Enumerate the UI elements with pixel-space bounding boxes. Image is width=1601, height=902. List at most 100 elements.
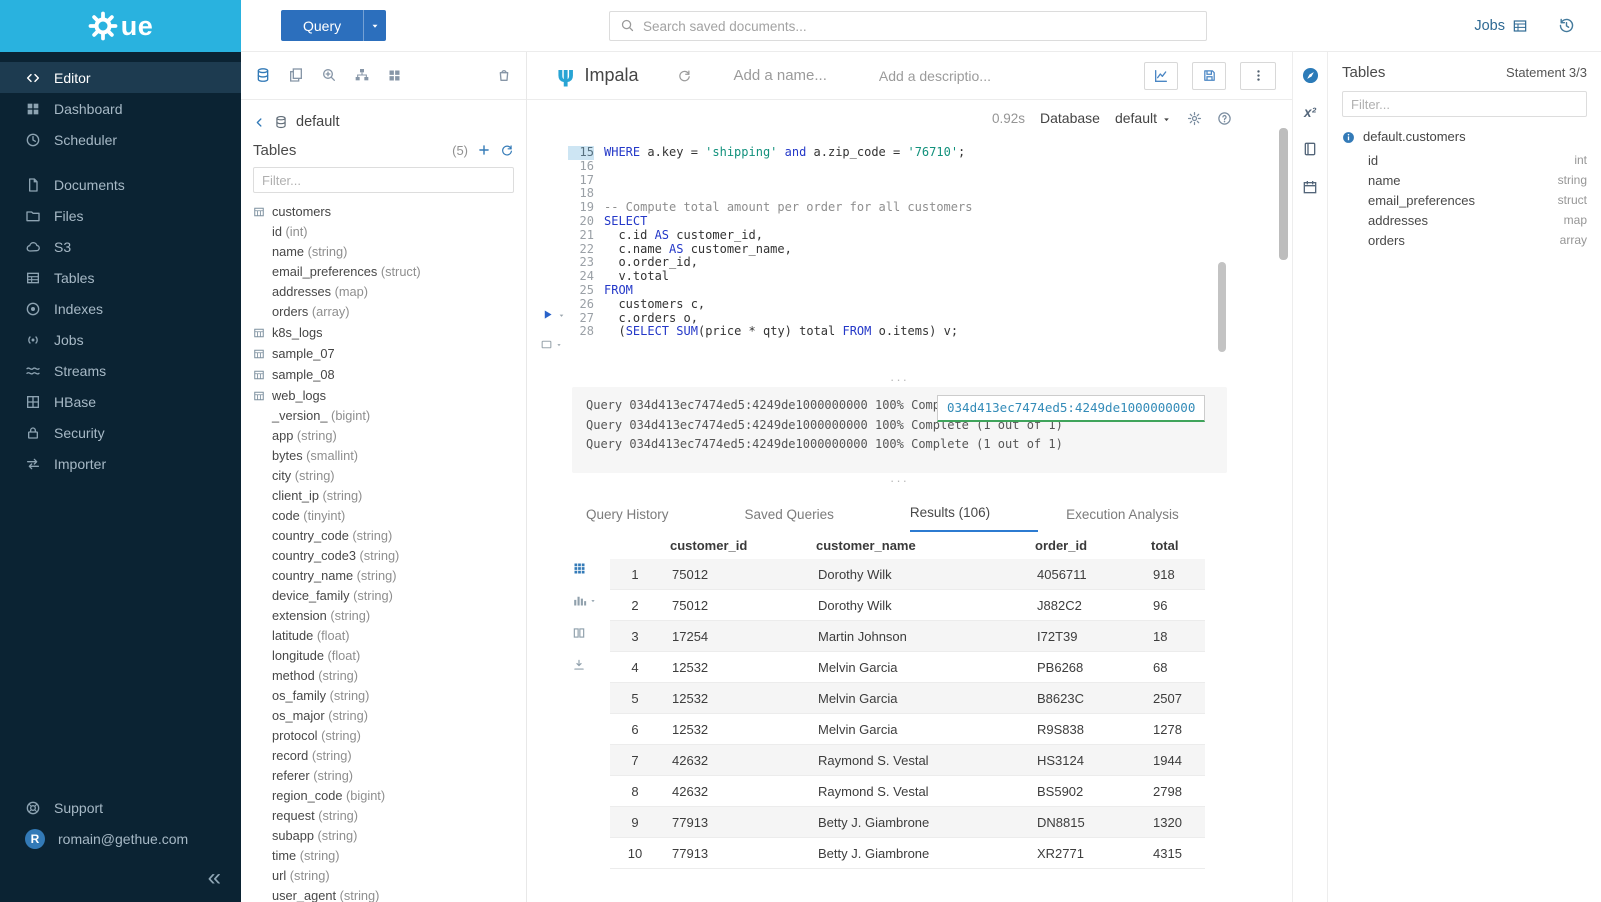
resize-handle-bottom[interactable]: ···	[572, 473, 1227, 488]
sidebar-user[interactable]: R romain@gethue.com	[0, 823, 241, 854]
sidebar-item-security[interactable]: Security	[0, 417, 241, 448]
code-editor[interactable]: 1516171819202122232425262728 WHERE a.key…	[527, 136, 1292, 372]
tab-query-history[interactable]: Query History	[586, 507, 669, 532]
assist-column-item-name[interactable]: namestring	[1342, 170, 1587, 190]
query-dropdown-button[interactable]	[363, 10, 386, 41]
result-column-header-customer-id[interactable]: customer_id	[660, 538, 806, 553]
sidebar-item-streams[interactable]: Streams	[0, 355, 241, 386]
table-row[interactable]: 317254Martin JohnsonI72T3918	[610, 621, 1205, 652]
table-row[interactable]: 175012Dorothy Wilk4056711918	[610, 559, 1205, 590]
table-row[interactable]: 742632Raymond S. VestalHS31241944	[610, 745, 1205, 776]
assist-column-item-orders[interactable]: ordersarray	[1342, 230, 1587, 250]
assist-column-item[interactable]: request (string)	[241, 806, 526, 826]
documents-browser-button[interactable]	[288, 67, 304, 85]
database-browser-button[interactable]	[255, 67, 271, 85]
code-line[interactable]: -- Compute total amount per order for al…	[604, 201, 1292, 215]
schedule-button[interactable]	[1302, 178, 1318, 196]
table-row[interactable]: 842632Raymond S. VestalBS59022798	[610, 776, 1205, 807]
assist-column-item[interactable]: url (string)	[241, 866, 526, 886]
snippet-settings-button[interactable]	[540, 336, 563, 354]
assist-table-item-customers[interactable]: customers	[241, 201, 526, 222]
sidebar-item-documents[interactable]: Documents	[0, 169, 241, 200]
database-select[interactable]: default	[1115, 110, 1172, 126]
code-line[interactable]	[604, 160, 1292, 174]
code-line[interactable]	[604, 187, 1292, 201]
code-line[interactable]: SELECT	[604, 215, 1292, 229]
table-row[interactable]: 977913Betty J. GiambroneDN88151320	[610, 807, 1205, 838]
table-row[interactable]: 275012Dorothy WilkJ882C296	[610, 590, 1205, 621]
code-line[interactable]: FROM	[604, 284, 1292, 298]
breadcrumb-back-button[interactable]	[253, 114, 266, 130]
sitemap-browser-button[interactable]	[354, 67, 370, 85]
columns-toggle-button[interactable]	[572, 624, 586, 642]
assist-column-item[interactable]: os_major (string)	[241, 706, 526, 726]
hue-logo[interactable]: ue	[0, 0, 241, 52]
tab-saved-queries[interactable]: Saved Queries	[745, 507, 834, 532]
save-button[interactable]	[1192, 62, 1226, 90]
assist-column-item[interactable]: orders (array)	[241, 302, 526, 322]
assist-table-item-sample-07[interactable]: sample_07	[241, 343, 526, 364]
sidebar-item-indexes[interactable]: Indexes	[0, 293, 241, 324]
assist-column-item[interactable]: country_code3 (string)	[241, 546, 526, 566]
assist-column-item[interactable]: record (string)	[241, 746, 526, 766]
active-table-item[interactable]: default.customers	[1342, 129, 1587, 144]
refresh-tables-button[interactable]	[500, 141, 514, 159]
sidebar-item-editor[interactable]: Editor	[0, 62, 241, 93]
resize-handle-top[interactable]: ···	[572, 372, 1227, 387]
code-line[interactable]: (SELECT SUM(price * qty) total FROM o.it…	[604, 325, 1292, 339]
assist-column-item[interactable]: client_ip (string)	[241, 486, 526, 506]
run-query-button[interactable]	[541, 306, 566, 324]
tables-filter-input[interactable]	[262, 173, 505, 188]
tab-execution-analysis[interactable]: Execution Analysis	[1066, 507, 1179, 532]
sidebar-item-jobs[interactable]: Jobs	[0, 324, 241, 355]
assist-column-item[interactable]: region_code (bigint)	[241, 786, 526, 806]
table-row[interactable]: 1077913Betty J. GiambroneXR27714315	[610, 838, 1205, 869]
table-row[interactable]: 612532Melvin GarciaR9S8381278	[610, 714, 1205, 745]
assist-column-item[interactable]: city (string)	[241, 466, 526, 486]
assist-column-item[interactable]: id (int)	[241, 222, 526, 242]
add-table-button[interactable]	[477, 141, 491, 159]
code-line[interactable]: c.id AS customer_id,	[604, 229, 1292, 243]
chart-button[interactable]	[1144, 62, 1178, 90]
sidebar-item-s3[interactable]: S3	[0, 231, 241, 262]
basket-button[interactable]	[496, 67, 512, 85]
assist-column-item[interactable]: latitude (float)	[241, 626, 526, 646]
code-line[interactable]	[604, 174, 1292, 188]
assist-column-item[interactable]: method (string)	[241, 666, 526, 686]
assist-column-item[interactable]: protocol (string)	[241, 726, 526, 746]
assist-column-item[interactable]: bytes (smallint)	[241, 446, 526, 466]
grid-view-button[interactable]	[572, 560, 587, 578]
page-scrollbar[interactable]	[1279, 128, 1288, 260]
assist-column-item[interactable]: subapp (string)	[241, 826, 526, 846]
search-input[interactable]	[643, 19, 1196, 34]
sidebar-item-support[interactable]: Support	[0, 792, 241, 823]
assist-column-item[interactable]: email_preferences (struct)	[241, 262, 526, 282]
assist-column-item[interactable]: device_family (string)	[241, 586, 526, 606]
query-description-field[interactable]: Add a descriptio...	[879, 68, 991, 84]
language-reference-button[interactable]	[1302, 140, 1318, 158]
assist-column-item[interactable]: name (string)	[241, 242, 526, 262]
assist-column-item[interactable]: longitude (float)	[241, 646, 526, 666]
assist-column-item[interactable]: addresses (map)	[241, 282, 526, 302]
assist-column-item-addresses[interactable]: addressesmap	[1342, 210, 1587, 230]
sidebar-item-dashboard[interactable]: Dashboard	[0, 93, 241, 124]
assist-column-item-email-preferences[interactable]: email_preferencesstruct	[1342, 190, 1587, 210]
query-button[interactable]: Query	[281, 10, 363, 41]
code-line[interactable]: o.order_id,	[604, 256, 1292, 270]
sidebar-item-scheduler[interactable]: Scheduler	[0, 124, 241, 155]
right-filter-input[interactable]	[1351, 97, 1578, 112]
assist-column-item[interactable]: referer (string)	[241, 766, 526, 786]
jobs-link[interactable]: Jobs	[1474, 18, 1528, 34]
apps-browser-button[interactable]	[387, 67, 402, 85]
more-actions-button[interactable]	[1240, 62, 1276, 90]
sidebar-item-hbase[interactable]: HBase	[0, 386, 241, 417]
sidebar-item-files[interactable]: Files	[0, 200, 241, 231]
query-reload-button[interactable]	[677, 67, 692, 85]
assist-table-item-sample-08[interactable]: sample_08	[241, 364, 526, 385]
sidebar-collapse-button[interactable]: «	[208, 866, 221, 890]
right-filter[interactable]	[1342, 91, 1587, 117]
assistant-button[interactable]	[1301, 66, 1320, 85]
code-line[interactable]: c.name AS customer_name,	[604, 243, 1292, 257]
code-line[interactable]: customers c,	[604, 298, 1292, 312]
breadcrumb-database[interactable]: default	[296, 114, 340, 130]
